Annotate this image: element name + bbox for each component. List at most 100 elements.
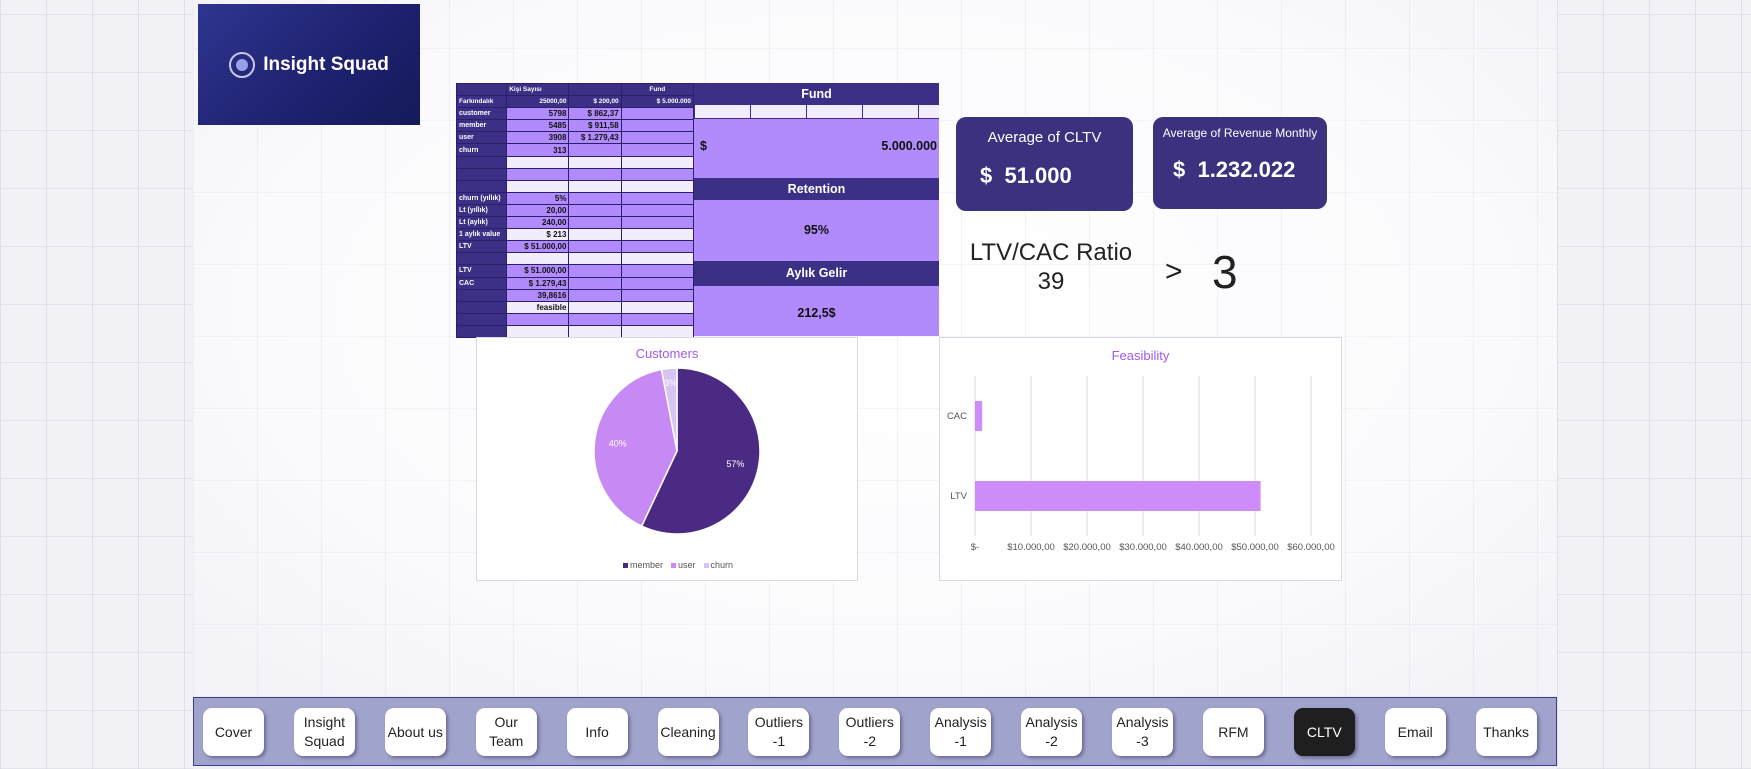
- nav-button-about-us[interactable]: About us: [384, 708, 446, 756]
- sheet-cell: [506, 324, 570, 338]
- nav-button-cltv[interactable]: CLTV: [1293, 708, 1355, 756]
- sheet-cell: $ 51.000,00: [506, 240, 570, 254]
- sheet-cell: 5798: [506, 107, 570, 121]
- slide-navigation: Cover Insight Squad About us Our Team Info Cl…: [193, 697, 1557, 766]
- nav-button-analysis-3[interactable]: Analysis -3: [1112, 708, 1173, 756]
- feasibility-bars: $- $10.000,00 $20.000,00 $30.000,00 $40.000,…: [947, 376, 1335, 553]
- sheet-cell: [568, 143, 622, 157]
- ratio-label: LTV/CAC Ratio: [969, 239, 1133, 266]
- customers-chart: Customers 57% 40% 3% member user churn: [476, 337, 858, 581]
- sheet-cell: 3908: [506, 131, 570, 145]
- sheet-cell: [620, 252, 695, 266]
- feasibility-chart: Feasibility $- $10.000,00 $20.000,00 $30.00…: [939, 337, 1342, 581]
- nav-button-email[interactable]: Email: [1384, 708, 1446, 756]
- sheet-cell: [455, 300, 508, 314]
- nav-button-rfm[interactable]: RFM: [1202, 708, 1264, 756]
- sheet-row: [455, 179, 695, 193]
- sheet-row: churn 313: [455, 143, 695, 157]
- nav-button-info[interactable]: Info: [566, 708, 628, 756]
- sheet-cell: [506, 252, 570, 266]
- sheet-cell: 313: [506, 143, 570, 157]
- sheet-row: [455, 324, 695, 338]
- sheet-cell: $ 1.279,43: [568, 131, 622, 145]
- kpi-cltv-value: $ 51.000: [980, 163, 1072, 188]
- sheet-row: 1 aylık value $ 213: [455, 228, 695, 242]
- nav-button-outliers-2[interactable]: Outliers -2: [839, 708, 901, 756]
- kpi-card-cltv: Average of CLTV $ 51.000: [956, 117, 1133, 211]
- sheet-cell: [506, 167, 570, 181]
- sheet-cell: 5485: [506, 119, 570, 133]
- nav-button-cleaning[interactable]: Cleaning: [657, 708, 719, 756]
- sheet-cell: [568, 167, 622, 181]
- x-tick-label: $30.000,00: [1119, 542, 1167, 553]
- bar-cac: [975, 401, 983, 431]
- sheet-cell: [455, 324, 508, 338]
- nav-button-cover[interactable]: Cover: [203, 708, 264, 756]
- sheet-cell: CAC: [455, 276, 508, 290]
- logo-icon: [229, 51, 256, 78]
- kpi-revenue-label: Average of Revenue Monthly: [1162, 126, 1318, 140]
- sheet-cell: [620, 288, 695, 302]
- fund-value: 5.000.000: [881, 139, 937, 153]
- sheet-cell: 5%: [506, 191, 570, 205]
- sheet-cell: [568, 288, 622, 302]
- sheet-row: [455, 252, 695, 266]
- sheet-row: LTV $ 51.000,00: [455, 240, 695, 254]
- sheet-row: [455, 155, 695, 169]
- sheet-cell: [506, 312, 570, 326]
- nav-button-our-team[interactable]: Our Team: [475, 708, 537, 756]
- ratio-value: 39: [1037, 268, 1065, 295]
- sheet-cell: $ 1.279,43: [506, 276, 570, 290]
- legend-churn-swatch: [703, 563, 709, 569]
- legend-user: user: [671, 560, 696, 570]
- sheet-row: LTV $ 51.000,00: [455, 264, 695, 278]
- sheet-row-farkindalik: Farkındalık 25000,00 $ 200,00 $ 5.000.00…: [455, 95, 695, 109]
- sheet-cell: [455, 252, 508, 266]
- sheet-cell: [455, 155, 508, 169]
- nav-button-outliers-1[interactable]: Outliers -1: [748, 708, 810, 756]
- customers-pie: 57% 40% 3%: [593, 368, 761, 535]
- sheet-cell: 39,8616: [506, 288, 570, 302]
- bar-ltv: [975, 481, 1261, 511]
- sheet-cell: $ 213: [506, 228, 570, 242]
- sheet-cell: [620, 216, 695, 230]
- ltv-cac-ratio: LTV/CAC Ratio 39: [960, 238, 1142, 296]
- sheet-cell: [455, 167, 508, 181]
- ratio-operator: >: [1165, 255, 1183, 288]
- nav-button-insight-squad[interactable]: Insight Squad: [293, 708, 355, 756]
- nav-button-thanks[interactable]: Thanks: [1475, 708, 1537, 756]
- sheet-row: feasible: [455, 300, 695, 314]
- income-header: Aylık Gelir: [694, 261, 939, 286]
- legend-member-swatch: [623, 563, 628, 569]
- nav-button-analysis-1[interactable]: Analysis -1: [930, 708, 992, 756]
- sheet-cell: [455, 288, 508, 302]
- spreadsheet-table: Kişi Sayısı Fund Farkındalık 25000,00 $ …: [455, 82, 695, 338]
- sheet-cell: [506, 155, 570, 169]
- sheet-cell: 240,00: [506, 216, 570, 230]
- background-left: [0, 0, 193, 769]
- sheet-cell: [568, 203, 622, 218]
- sheet-row: 39,8616: [455, 288, 695, 302]
- retention-header: Retention: [694, 178, 939, 200]
- kpi-card-revenue: Average of Revenue Monthly $ 1.232.022: [1153, 117, 1327, 209]
- sheet-cell: [568, 155, 622, 169]
- sheet-cell: churn (yıllık): [455, 191, 508, 205]
- sheet-cell: [568, 312, 622, 326]
- sheet-cell: [620, 119, 695, 133]
- kpi-revenue-value: $ 1.232.022: [1173, 157, 1296, 182]
- sheet-cell: [568, 264, 622, 278]
- sheet-cell: [620, 167, 695, 181]
- nav-button-analysis-2[interactable]: Analysis -2: [1021, 708, 1083, 756]
- sheet-cell: [506, 179, 570, 193]
- sheet-cell: user: [455, 131, 508, 145]
- sheet-cell: $ 51.000,00: [506, 264, 570, 278]
- legend-user-swatch: [671, 563, 677, 569]
- sheet-cell: [620, 312, 695, 326]
- sheet-cell: [620, 228, 695, 242]
- background-right: [1557, 0, 1751, 769]
- ratio-threshold: 3: [1212, 246, 1238, 298]
- sheet-cell: [620, 143, 695, 157]
- pie-label-churn: 3%: [664, 378, 677, 388]
- sheet-cell: [620, 107, 695, 121]
- sheet-cell: 20,00: [506, 203, 570, 218]
